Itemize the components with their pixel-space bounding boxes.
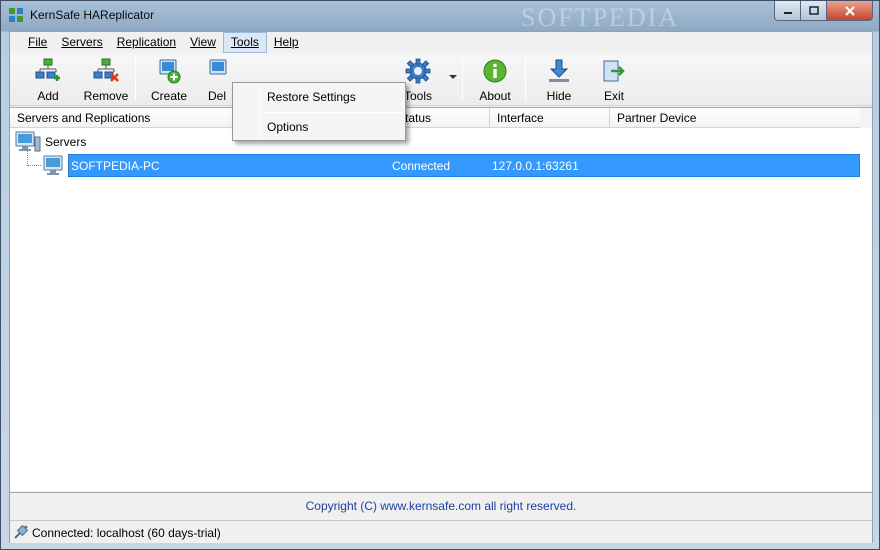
about-label: About [479,89,511,103]
remove-label: Remove [83,89,129,103]
add-button[interactable]: Add [27,55,69,103]
create-label: Create [150,89,188,103]
hide-label: Hide [546,89,572,103]
watermark-text: SOFTPEDIA [521,3,680,32]
tree-root-label: Servers [45,135,87,149]
remove-server-icon [93,58,119,82]
toolbar-separator [135,57,136,101]
menu-replication-label: Replication [116,35,177,49]
delete-button[interactable]: Del [202,55,232,103]
about-button[interactable]: About [474,55,516,103]
menu-view-label: View [190,35,216,49]
exit-label: Exit [603,89,624,103]
tree-connector [27,165,41,166]
close-icon [844,5,855,16]
server-interface-cell: 127.0.0.1:63261 [492,159,579,173]
minimize-icon [783,11,792,14]
gear-icon [405,58,431,84]
server-name-cell: SOFTPEDIA-PC [71,159,160,173]
tools-dropdown-arrow-icon[interactable] [449,75,457,79]
menu-file[interactable]: File [21,32,54,53]
close-button[interactable] [827,1,873,21]
create-replication-icon [159,59,181,84]
menu-tools[interactable]: Tools [222,32,267,53]
status-text: Connected: localhost (60 days-trial) [32,526,221,540]
copyright-link[interactable]: Copyright (C) www.kernsafe.com all right… [306,499,577,513]
connection-icon [14,524,29,539]
menu-tools-label: Tools [230,35,259,49]
create-button[interactable]: Create [148,55,190,103]
menu-item-restore-settings[interactable]: Restore Settings [235,85,403,109]
menu-view[interactable]: View [183,32,223,53]
info-icon [483,59,507,83]
servers-list-view[interactable]: Servers and Replications Status Interfac… [10,107,872,491]
menu-help[interactable]: Help [267,32,306,53]
add-label: Add [37,89,59,103]
exit-button[interactable]: Exit [594,55,634,103]
servers-group-icon [15,131,41,152]
app-icon [9,8,23,22]
remove-button[interactable]: Remove [80,55,132,103]
tree-connector [27,150,28,166]
toolbar: Add Remove Create Del Tools About Hide E… [10,53,872,106]
maximize-button[interactable] [801,1,827,21]
header-corner [860,108,872,128]
copyright-bar: Copyright (C) www.kernsafe.com all right… [10,492,872,519]
column-header-interface[interactable]: Interface [490,108,610,128]
toolbar-separator [525,57,526,101]
minimize-button[interactable] [774,1,801,21]
client-area: File Servers Replication View Tools Help… [9,31,873,543]
table-row[interactable]: SOFTPEDIA-PC Connected 127.0.0.1:63261 [68,154,860,177]
download-arrow-icon [549,59,569,82]
hide-button[interactable]: Hide [538,55,580,103]
delete-replication-icon [209,59,227,75]
tools-dropdown-menu: Restore Settings Options [232,82,406,141]
menu-item-options[interactable]: Options [235,115,403,139]
server-status-cell: Connected [392,159,451,173]
tree-node-servers[interactable]: Servers [15,131,86,153]
status-bar: Connected: localhost (60 days-trial) [10,520,872,543]
menu-separator [263,112,403,113]
maximize-icon [808,6,819,15]
column-header-partner[interactable]: Partner Device [610,108,860,128]
app-window: KernSafe HAReplicator SOFTPEDIA File Ser… [0,0,880,550]
list-header: Servers and Replications Status Interfac… [10,108,860,128]
exit-door-icon [603,60,625,82]
menu-servers-label: Servers [61,35,103,49]
window-title: KernSafe HAReplicator [30,8,155,22]
delete-label: Del [207,89,226,103]
title-bar[interactable]: KernSafe HAReplicator SOFTPEDIA [1,1,879,32]
add-server-icon [35,58,60,81]
menu-replication[interactable]: Replication [110,32,183,53]
menu-bar: File Servers Replication View Tools Help [10,32,872,53]
menu-help-label: Help [273,35,299,49]
toolbar-separator [462,57,463,101]
menu-file-label: File [28,35,48,49]
menu-servers[interactable]: Servers [54,32,109,53]
computer-icon [43,155,63,175]
